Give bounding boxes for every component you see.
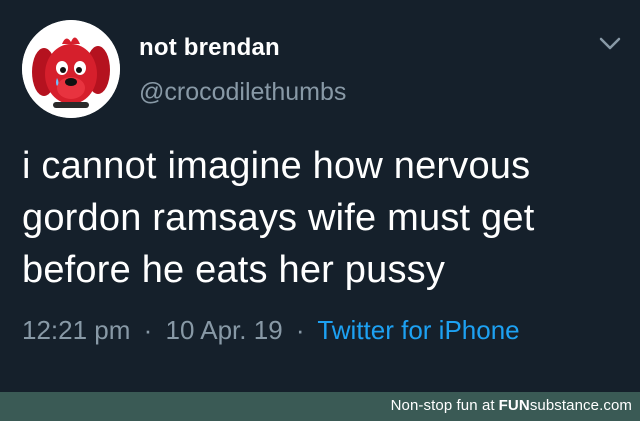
watermark-brand-rest: substance xyxy=(529,397,600,414)
user-handle[interactable]: @crocodilethumbs xyxy=(139,78,346,107)
watermark-brand-suffix: .com xyxy=(599,397,632,414)
watermark-bar: Non-stop fun at FUNsubstance.com xyxy=(0,392,640,421)
separator-dot: · xyxy=(143,315,153,345)
tweet-time[interactable]: 12:21 pm xyxy=(22,315,130,345)
chevron-down-icon[interactable] xyxy=(598,36,622,52)
tweet-card: not brendan @crocodilethumbs i cannot im… xyxy=(0,0,640,392)
tweet-text-line: before he eats her pussy xyxy=(22,249,446,291)
watermark-brand-bold: FUN xyxy=(498,397,530,414)
clifford-dog-avatar-icon[interactable] xyxy=(22,20,120,118)
display-name[interactable]: not brendan xyxy=(139,34,280,62)
tweet-text-line: i cannot imagine how nervous xyxy=(22,145,531,187)
tweet-source-link[interactable]: Twitter for iPhone xyxy=(317,315,519,345)
avatar-image xyxy=(22,20,120,118)
tweet-text-line: gordon ramsays wife must get xyxy=(22,197,535,239)
watermark-prefix: Non-stop fun at xyxy=(390,397,495,414)
watermark-text[interactable]: Non-stop fun at FUNsubstance.com xyxy=(391,397,632,414)
screenshot: not brendan @crocodilethumbs i cannot im… xyxy=(0,0,640,421)
tweet-date[interactable]: 10 Apr. 19 xyxy=(166,315,283,345)
separator-dot: · xyxy=(295,315,305,345)
tweet-metadata: 12:21 pm · 10 Apr. 19 · Twitter for iPho… xyxy=(22,315,520,346)
tweet-body: i cannot imagine how nervous gordon rams… xyxy=(22,140,622,296)
